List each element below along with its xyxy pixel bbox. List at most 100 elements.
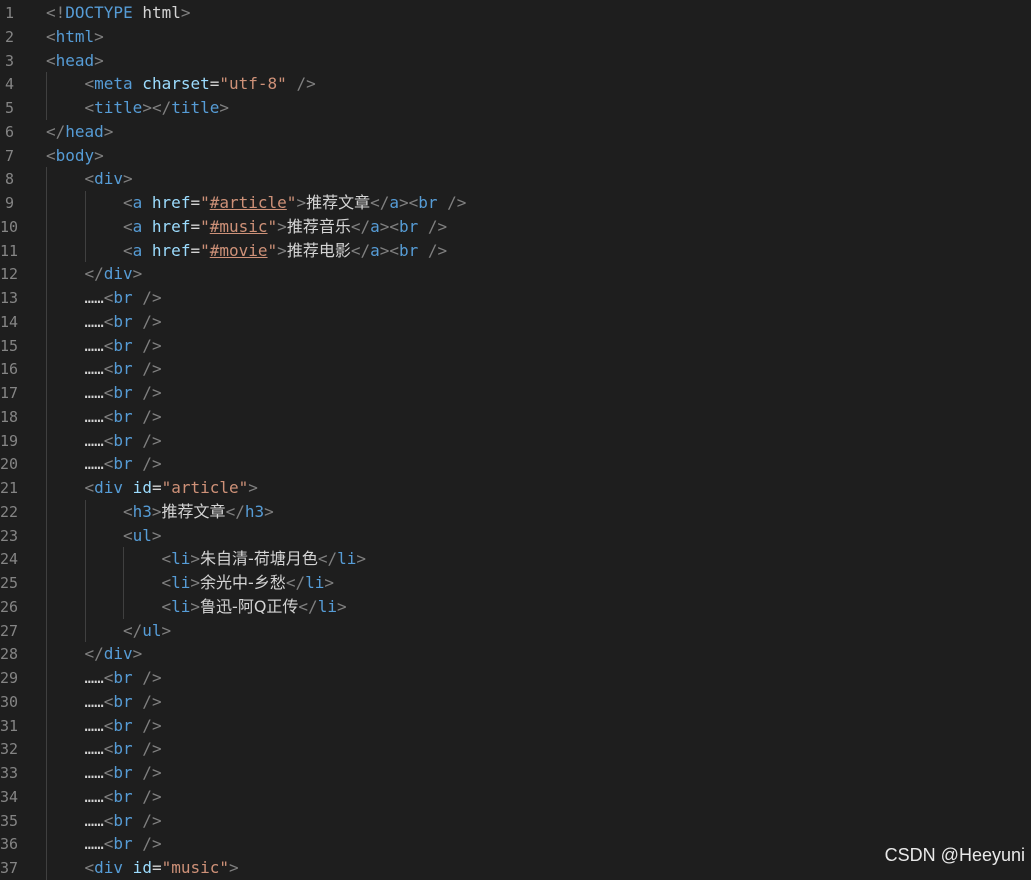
code-line[interactable]: 20 ……<br /> bbox=[0, 452, 1031, 476]
code-line[interactable]: 26 <li>鲁迅-阿Q正传</li> bbox=[0, 595, 1031, 619]
line-number: 36 bbox=[0, 835, 19, 854]
code-token: …… bbox=[84, 335, 104, 355]
code-line[interactable]: 11 <a href="#movie">推荐电影</a><br /> bbox=[0, 239, 1031, 263]
line-number: 21 bbox=[0, 479, 19, 497]
code-token: /> bbox=[132, 383, 162, 402]
code-text: ……<br /> bbox=[85, 737, 162, 761]
code-text: <a href="#article">推荐文章</a><br /> bbox=[123, 191, 466, 215]
code-line[interactable]: 28 </div> bbox=[0, 642, 1031, 666]
code-line[interactable]: 7 <body> bbox=[0, 144, 1031, 168]
code-line[interactable]: 12 </div> bbox=[0, 262, 1031, 286]
code-token: …… bbox=[84, 454, 104, 474]
code-line[interactable]: 29 ……<br /> bbox=[0, 666, 1031, 690]
code-token: /> bbox=[132, 406, 162, 426]
code-token: </ bbox=[84, 644, 104, 664]
code-token: </ bbox=[350, 240, 371, 260]
code-line[interactable]: 36 ……<br /> bbox=[0, 832, 1031, 856]
code-line[interactable]: 30 ……<br /> bbox=[0, 690, 1031, 714]
code-token: > bbox=[123, 169, 133, 189]
code-token: = bbox=[151, 858, 162, 877]
code-token: > bbox=[229, 858, 239, 877]
code-text: ……<br /> bbox=[85, 666, 162, 690]
code-line[interactable]: 10 <a href="#music">推荐音乐</a><br /> bbox=[0, 215, 1031, 239]
line-number: 26 bbox=[0, 597, 19, 616]
code-line[interactable]: 22 <h3>推荐文章</h3> bbox=[0, 500, 1031, 524]
code-token: > bbox=[151, 525, 162, 545]
code-line[interactable]: 25 <li>余光中-乡愁</li> bbox=[0, 571, 1031, 595]
code-line[interactable]: 27 </ul> bbox=[0, 619, 1031, 643]
code-line[interactable]: 23 <ul> bbox=[0, 524, 1031, 548]
code-token: 推荐文章 bbox=[161, 501, 226, 521]
line-number: 10 bbox=[0, 217, 19, 236]
line-number: 30 bbox=[0, 692, 19, 711]
line-number: 2 bbox=[4, 27, 14, 46]
code-line[interactable]: 18 ……<br /> bbox=[0, 405, 1031, 429]
code-line[interactable]: 31 ……<br /> bbox=[0, 714, 1031, 738]
code-token: </ bbox=[285, 573, 306, 592]
code-token: 朱自清-荷塘月色 bbox=[200, 549, 318, 569]
code-line[interactable]: 16 ……<br /> bbox=[0, 357, 1031, 381]
code-token: /> bbox=[286, 74, 316, 94]
code-token: > bbox=[180, 3, 191, 22]
code-line[interactable]: 3 <head> bbox=[0, 49, 1031, 73]
code-line[interactable]: 2 <html> bbox=[0, 25, 1031, 49]
code-text: <li>余光中-乡愁</li> bbox=[162, 571, 335, 595]
code-token: < bbox=[123, 193, 133, 212]
code-token: > bbox=[151, 501, 162, 521]
code-line[interactable]: 35 ……<br /> bbox=[0, 809, 1031, 833]
code-token: /> bbox=[132, 359, 162, 379]
code-token: br bbox=[113, 786, 133, 806]
indent-guide bbox=[46, 167, 47, 880]
line-number: 11 bbox=[0, 241, 19, 260]
code-token: 推荐文章 bbox=[306, 193, 371, 212]
code-token: br bbox=[113, 810, 133, 830]
code-line[interactable]: 9 <a href="#article">推荐文章</a><br /> bbox=[0, 191, 1031, 215]
code-token: meta bbox=[94, 74, 133, 94]
code-line[interactable]: 13 ……<br /> bbox=[0, 286, 1031, 310]
code-token: h3 bbox=[132, 501, 152, 521]
code-line[interactable]: 17 ……<br /> bbox=[0, 381, 1031, 405]
code-line[interactable]: 8 <div> bbox=[0, 167, 1031, 191]
code-token: >< bbox=[379, 216, 399, 236]
code-text: ……<br /> bbox=[85, 357, 162, 381]
code-line[interactable]: 5 <title></title> bbox=[0, 96, 1031, 120]
code-text: ……<br /> bbox=[85, 452, 162, 476]
code-token: div bbox=[103, 264, 133, 284]
code-line[interactable]: 37 <div id="music"> bbox=[0, 856, 1031, 880]
code-token: /> bbox=[132, 668, 162, 687]
code-text: ……<br /> bbox=[85, 761, 162, 785]
code-line[interactable]: 24 <li>朱自清-荷塘月色</li> bbox=[0, 547, 1031, 571]
indent-guide bbox=[123, 547, 124, 619]
code-token: 余光中-乡愁 bbox=[200, 573, 286, 592]
code-token: < bbox=[103, 834, 114, 854]
code-token: < bbox=[84, 858, 95, 877]
code-token: /> bbox=[132, 834, 162, 854]
code-editor[interactable]: 1 <!DOCTYPE html> 2 <html> 3 <head> 4 <meta cha… bbox=[0, 0, 1031, 880]
code-line[interactable]: 14 ……<br /> bbox=[0, 310, 1031, 334]
code-line[interactable]: 19 ……<br /> bbox=[0, 429, 1031, 453]
code-line[interactable]: 21 <div id="article"> bbox=[0, 476, 1031, 500]
code-token: #article bbox=[209, 193, 287, 212]
code-token: < bbox=[103, 359, 114, 379]
code-token: > bbox=[103, 121, 114, 141]
code-token: #music bbox=[209, 216, 268, 236]
line-number: 25 bbox=[0, 574, 19, 592]
line-number: 8 bbox=[4, 170, 14, 189]
code-line[interactable]: 34 ……<br /> bbox=[0, 785, 1031, 809]
code-token: li bbox=[317, 596, 337, 616]
code-line[interactable]: 33 ……<br /> bbox=[0, 761, 1031, 785]
code-token: > bbox=[296, 193, 307, 212]
code-token: " bbox=[200, 193, 210, 212]
code-line[interactable]: 6 </head> bbox=[0, 120, 1031, 144]
code-line[interactable]: 4 <meta charset="utf-8" /> bbox=[0, 72, 1031, 96]
code-line[interactable]: 15 ……<br /> bbox=[0, 334, 1031, 358]
code-token: < bbox=[161, 596, 172, 616]
code-token: title bbox=[94, 98, 143, 117]
code-line[interactable]: 1 <!DOCTYPE html> bbox=[0, 1, 1031, 25]
code-token: /> bbox=[132, 810, 162, 830]
line-number: 34 bbox=[0, 787, 19, 806]
code-line[interactable]: 32 ……<br /> bbox=[0, 737, 1031, 761]
code-token: = bbox=[190, 216, 201, 236]
code-token: div bbox=[94, 478, 124, 497]
code-token: </ bbox=[225, 501, 245, 521]
